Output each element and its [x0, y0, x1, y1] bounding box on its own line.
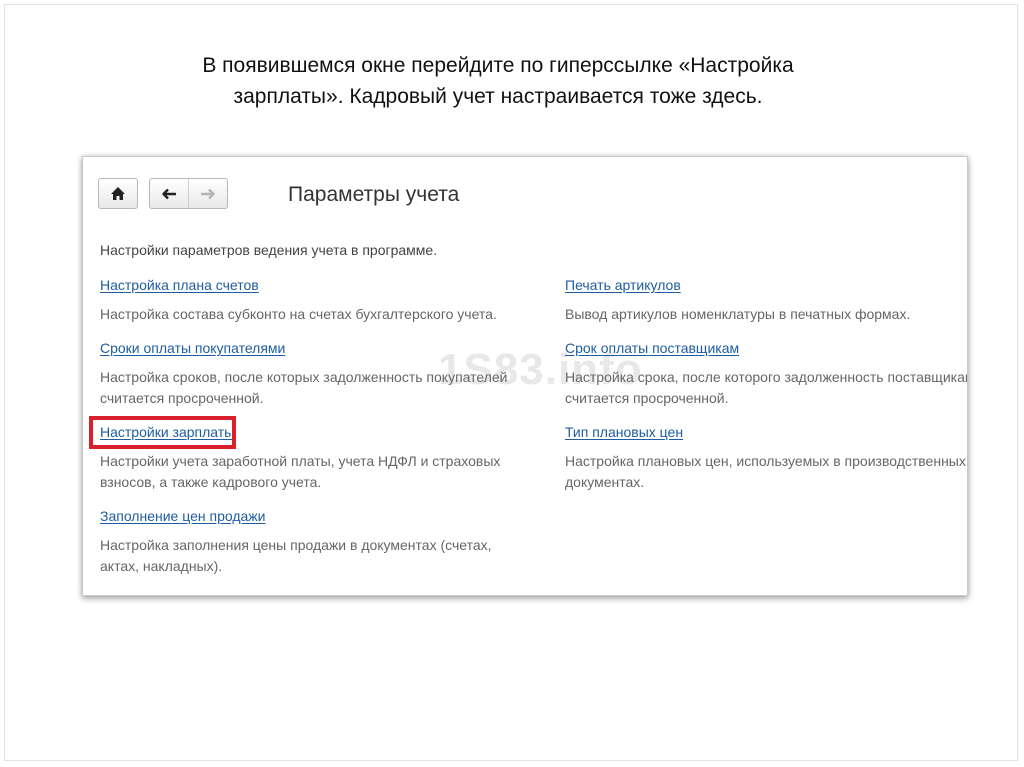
- description-line: считается просроченной.: [565, 390, 729, 406]
- description-line: Настройки учета заработной платы, учета …: [100, 453, 501, 469]
- description-line: документах.: [565, 474, 645, 490]
- link-sale-prices[interactable]: Заполнение цен продажи: [100, 508, 265, 524]
- back-button[interactable]: [150, 179, 188, 208]
- setting-planned-prices: Тип плановых цен Настройка плановых цен,…: [565, 424, 967, 493]
- setting-description: Вывод артикулов номенклатуры в печатных …: [565, 304, 967, 325]
- setting-description: Настройка состава субконто на счетах бух…: [100, 304, 520, 325]
- setting-chart-of-accounts: Настройка плана счетов Настройка состава…: [100, 277, 520, 325]
- description-line: Настройка состава субконто на счетах бух…: [100, 306, 497, 322]
- intro-text: Настройки параметров ведения учета в про…: [100, 242, 438, 258]
- description-line: взносов, а также кадрового учета.: [100, 474, 322, 490]
- description-line: Настройка плановых цен, используемых в п…: [565, 453, 966, 469]
- caption-line-1: В появившемся окне перейдите по гиперссы…: [202, 54, 794, 77]
- link-customer-payment-terms[interactable]: Сроки оплаты покупателями: [100, 340, 285, 356]
- link-planned-prices[interactable]: Тип плановых цен: [565, 424, 683, 440]
- arrow-left-icon: [162, 188, 176, 199]
- home-icon: [111, 187, 125, 200]
- setting-description: Настройка заполнения цены продажи в доку…: [100, 535, 520, 577]
- setting-description: Настройка плановых цен, используемых в п…: [565, 451, 967, 493]
- description-line: Вывод артикулов номенклатуры в печатных …: [565, 306, 911, 322]
- description-line: Настройка срока, после которого задолжен…: [565, 369, 968, 385]
- description-line: Настройка сроков, после которых задолжен…: [100, 369, 508, 385]
- setting-description: Настройки учета заработной платы, учета …: [100, 451, 520, 493]
- setting-description: Настройка срока, после которого задолжен…: [565, 367, 968, 409]
- setting-sale-prices: Заполнение цен продажи Настройка заполне…: [100, 508, 520, 577]
- window-title: Параметры учета: [288, 183, 460, 206]
- forward-button[interactable]: [188, 179, 227, 208]
- description-line: считается просроченной.: [100, 390, 264, 406]
- link-supplier-payment-terms[interactable]: Срок оплаты поставщикам: [565, 340, 739, 356]
- setting-supplier-payment-terms: Срок оплаты поставщикам Настройка срока,…: [565, 340, 968, 409]
- setting-customer-payment-terms: Сроки оплаты покупателями Настройка срок…: [100, 340, 520, 409]
- slide-caption: В появившемся окне перейдите по гиперссы…: [100, 50, 896, 112]
- setting-description: Настройка сроков, после которых задолжен…: [100, 367, 520, 409]
- arrow-right-icon: [201, 188, 215, 199]
- setting-print-articles: Печать артикулов Вывод артикулов номенкл…: [565, 277, 967, 325]
- settings-window: Параметры учета Настройки параметров вед…: [82, 156, 968, 596]
- description-line: актах, накладных).: [100, 558, 223, 574]
- home-button[interactable]: [98, 178, 138, 209]
- salary-link-highlight: [89, 416, 236, 449]
- caption-line-2: зарплаты». Кадровый учет настраивается т…: [233, 85, 763, 108]
- link-print-articles[interactable]: Печать артикулов: [565, 277, 681, 293]
- link-chart-of-accounts[interactable]: Настройка плана счетов: [100, 277, 259, 293]
- description-line: Настройка заполнения цены продажи в доку…: [100, 537, 492, 553]
- navigation-buttons: [149, 178, 228, 209]
